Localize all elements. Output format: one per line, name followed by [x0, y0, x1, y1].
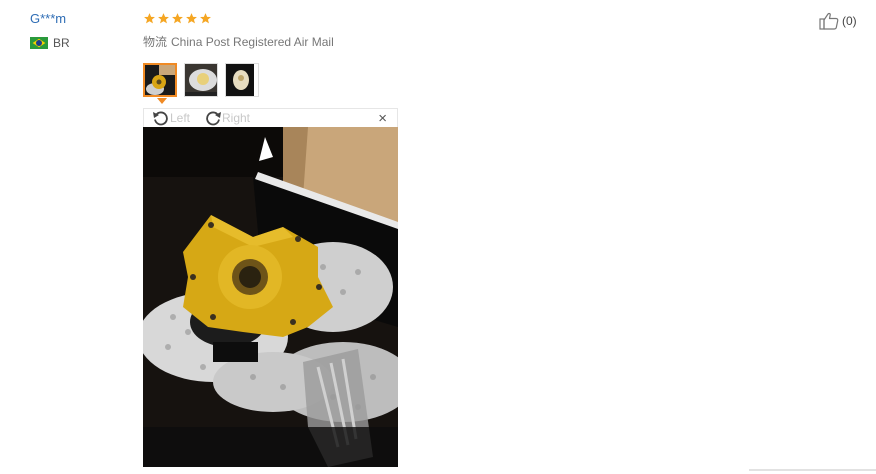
active-thumbnail-pointer — [157, 98, 167, 104]
rotate-left-label: Left — [170, 111, 191, 125]
photo-thumbnail-image — [226, 64, 254, 96]
rotate-right-icon — [206, 111, 221, 126]
star-rating — [143, 12, 212, 25]
star-icon — [200, 13, 211, 24]
shipping-info: 物流 China Post Registered Air Mail — [143, 33, 334, 50]
photo-thumbnails — [143, 63, 259, 97]
rotate-right-label: Right — [222, 111, 251, 125]
photo-thumbnail-1[interactable] — [143, 63, 177, 97]
rotate-right-button[interactable]: Right — [204, 110, 250, 126]
photo-viewer-toolbar: Left Right × — [143, 108, 398, 127]
close-icon[interactable]: × — [378, 110, 387, 127]
star-icon — [172, 13, 183, 24]
star-icon — [158, 13, 169, 24]
photo-thumbnail-image — [145, 65, 175, 95]
star-icon — [186, 13, 197, 24]
country-code: BR — [53, 36, 70, 50]
star-icon — [144, 13, 155, 24]
shipping-method: China Post Registered Air Mail — [171, 35, 334, 49]
rotate-left-button[interactable]: Left — [152, 110, 190, 126]
helpful-count: (0) — [842, 14, 857, 28]
photo-thumbnail-2[interactable] — [184, 63, 218, 97]
thumbs-up-icon — [819, 12, 839, 30]
shipping-label: 物流 — [143, 35, 168, 49]
rotate-left-icon — [153, 111, 168, 126]
review-photo — [143, 127, 398, 467]
reviewer-country: BR — [30, 36, 70, 50]
photo-thumbnail-3[interactable] — [225, 63, 259, 97]
reviewer-name[interactable]: G***m — [30, 11, 66, 26]
helpful-button[interactable]: (0) — [819, 12, 857, 30]
review-photo-image — [143, 127, 398, 467]
brazil-flag-icon — [30, 37, 48, 49]
horizontal-scrollbar[interactable] — [749, 469, 876, 471]
photo-thumbnail-image — [185, 64, 217, 96]
